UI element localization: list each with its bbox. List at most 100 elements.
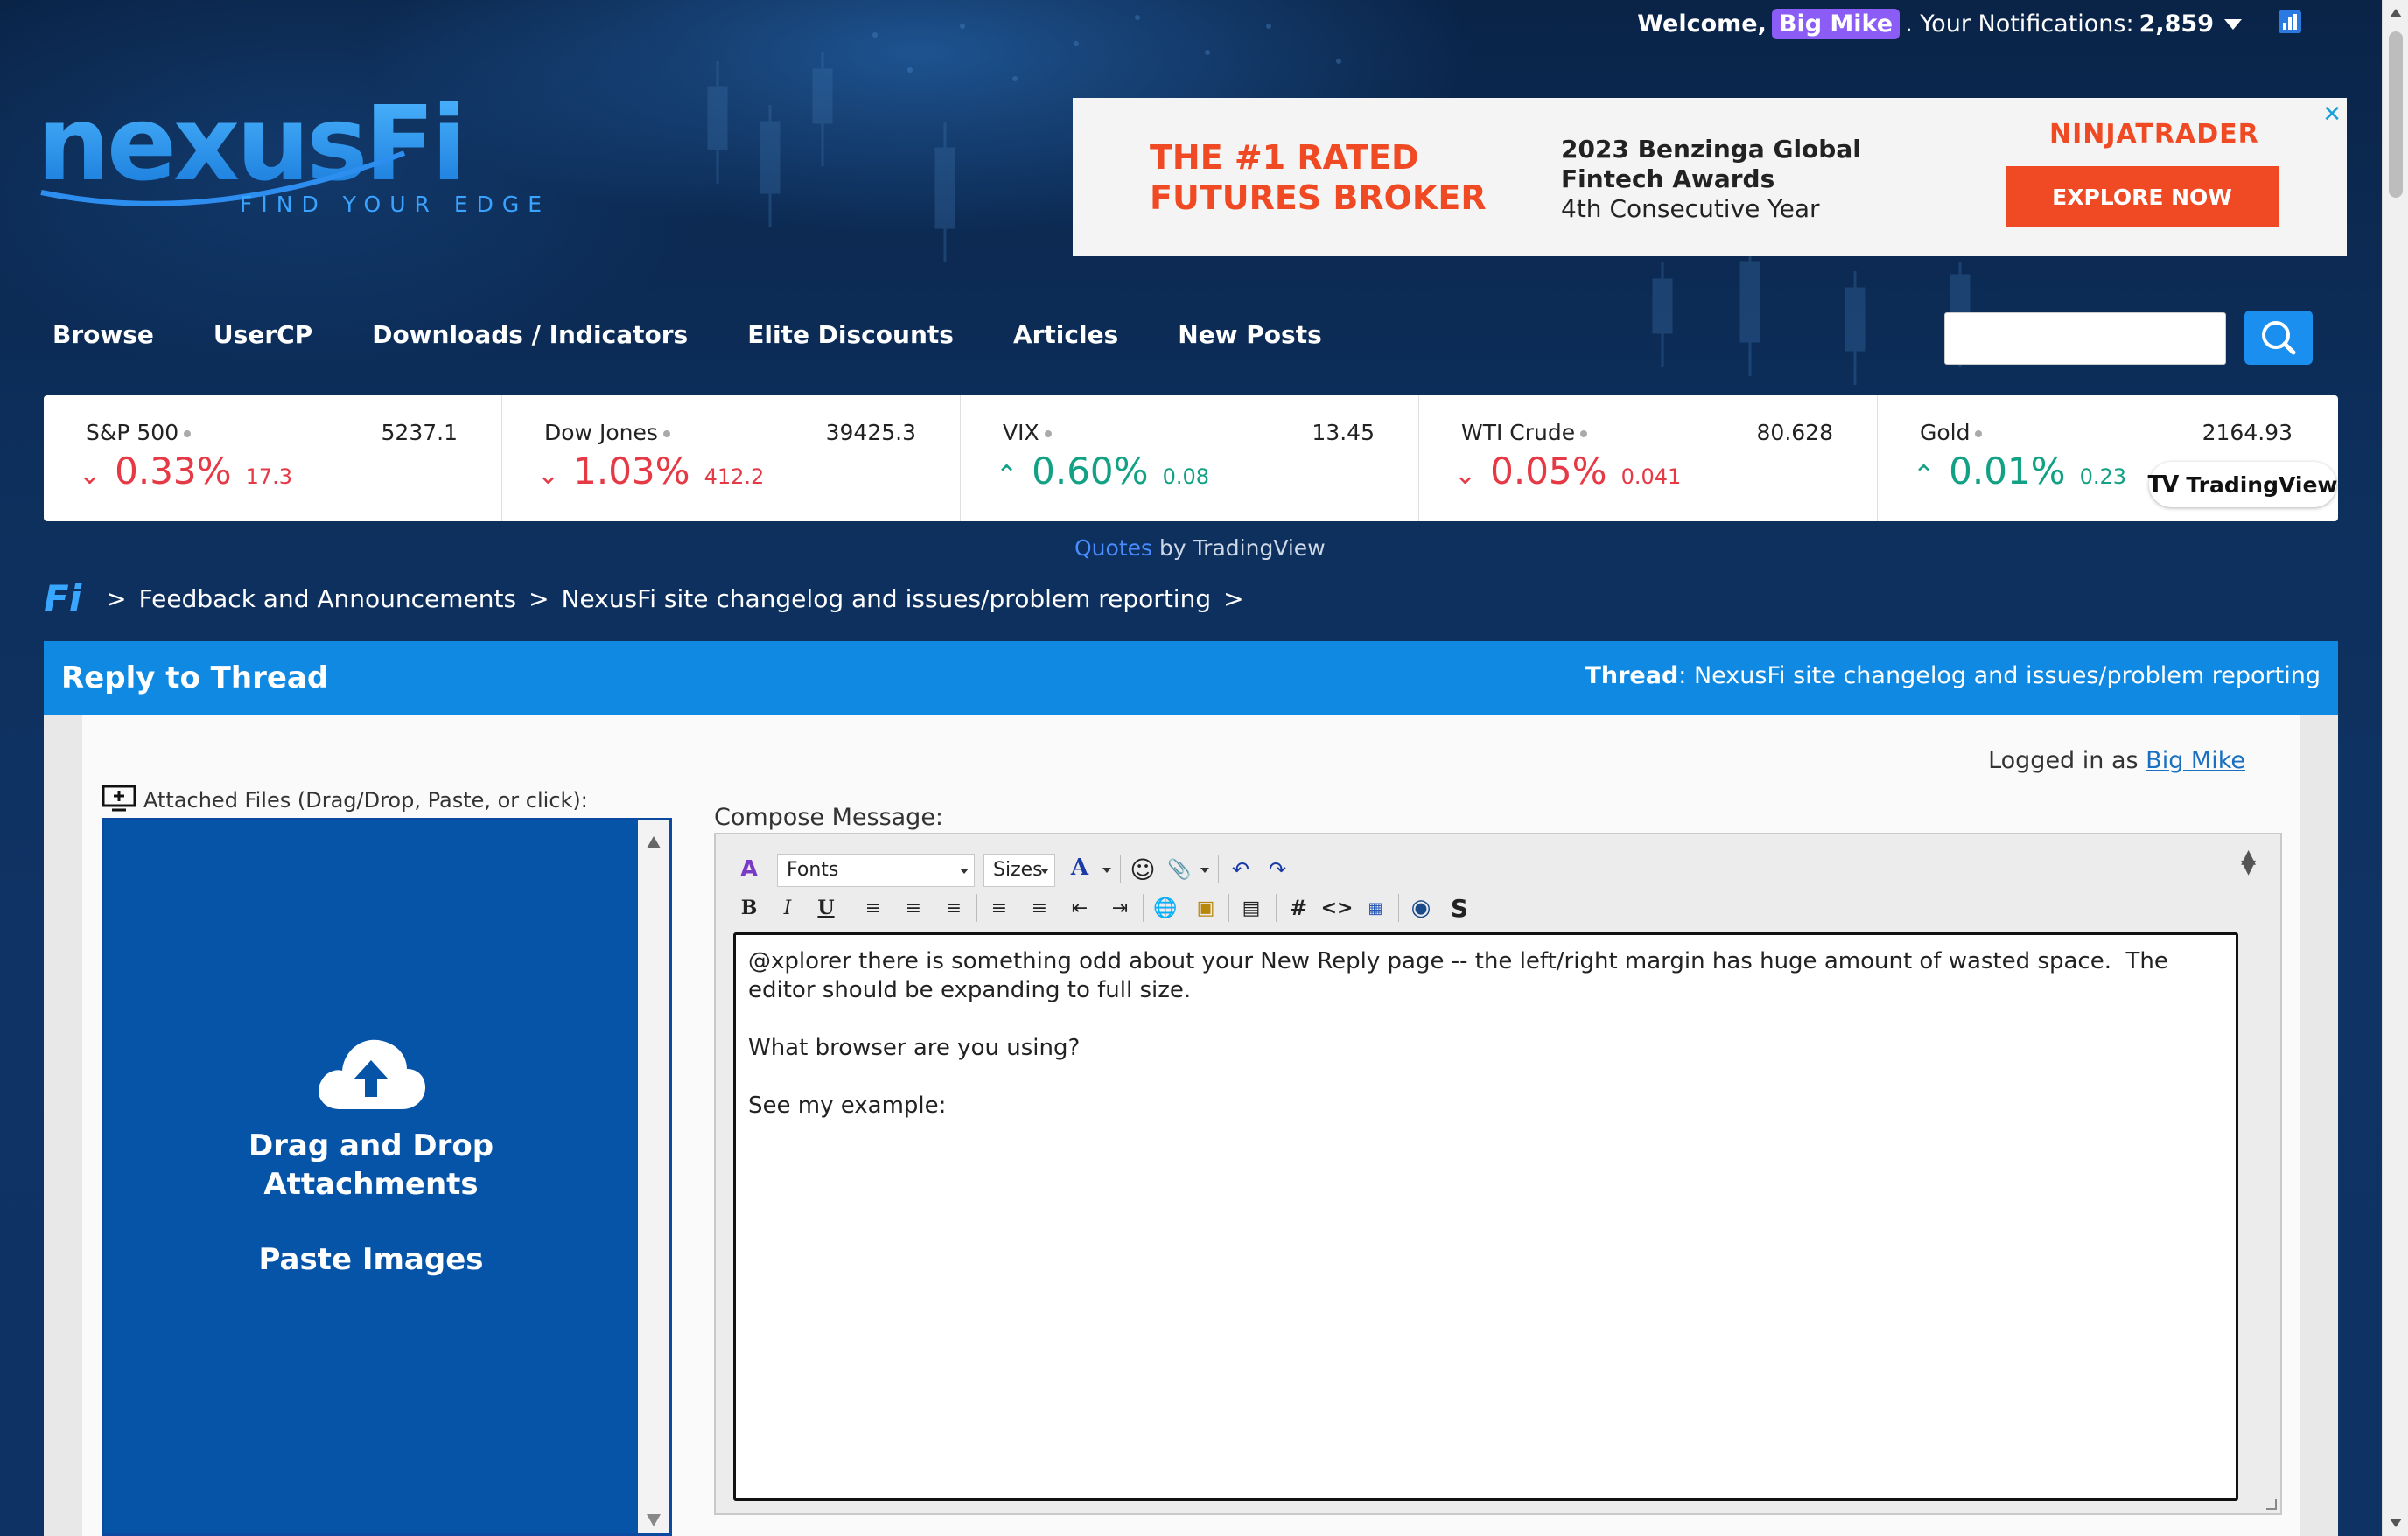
media-icon[interactable]: ◉	[1405, 892, 1437, 924]
nav-elite-discounts[interactable]: Elite Discounts	[747, 320, 954, 349]
insert-link-icon[interactable]: 🌐	[1150, 892, 1181, 924]
cloud-upload-icon	[318, 1039, 426, 1109]
quotes-attribution: Quotes by TradingView	[1074, 535, 1326, 561]
hashtag-icon[interactable]: #	[1283, 892, 1314, 924]
editor-toolbar: A Fonts Sizes A ☺ 📎 ↶ ↷ ▲ ▼ B I U ≡ ≡ ≡ …	[716, 834, 2280, 932]
smiley-icon[interactable]: ☺	[1127, 854, 1158, 885]
welcome-bar: Welcome, Big Mike . Your Notifications: …	[1637, 9, 2242, 39]
bold-icon[interactable]: B	[733, 892, 765, 924]
toggle-editor-size-icon[interactable]: ▲ ▼	[2241, 848, 2256, 877]
ticker-item[interactable]: WTI Crude 80.628 ⌄ 0.05% 0.041	[1419, 395, 1878, 521]
outdent-icon[interactable]: ⇤	[1064, 892, 1096, 924]
tradingview-label: TradingView	[2186, 471, 2338, 498]
stats-icon[interactable]	[2278, 10, 2301, 33]
ticker-change-abs: 0.08	[1162, 464, 1210, 489]
user-name-link[interactable]: Big Mike	[1771, 9, 1900, 39]
nexusfi-logo[interactable]: nexusFi FIND YOUR EDGE	[37, 87, 570, 219]
strikethrough-icon[interactable]: S	[1444, 892, 1475, 924]
dropzone-scrollbar[interactable]	[638, 820, 669, 1533]
ticker-change-abs: 17.3	[245, 464, 293, 489]
reply-panel-outer: Logged in as Big Mike Attached Files (Dr…	[44, 715, 2338, 1536]
page-scrollbar[interactable]	[2382, 0, 2408, 1536]
undo-icon[interactable]: ↶	[1225, 854, 1256, 885]
ticker-name: Gold	[1920, 420, 1970, 445]
ticker-price: 13.45	[1312, 420, 1375, 445]
ad-explore-button[interactable]: EXPLORE NOW	[2006, 166, 2278, 227]
align-center-icon[interactable]: ≡	[898, 892, 929, 924]
reply-panel: Logged in as Big Mike Attached Files (Dr…	[82, 715, 2300, 1536]
attach-label: Attached Files (Drag/Drop, Paste, or cli…	[102, 785, 588, 813]
ad-award-text: 2023 Benzinga Global Fintech Awards 4th …	[1561, 135, 1861, 223]
dropzone-area[interactable]: Drag and Drop Attachments Paste Images	[104, 820, 638, 1533]
tradingview-badge[interactable]: TV TradingView	[2147, 462, 2338, 507]
redo-icon[interactable]: ↷	[1262, 854, 1293, 885]
logo-tagline: FIND YOUR EDGE	[240, 192, 550, 217]
reply-header: Reply to Thread Thread: NexusFi site cha…	[44, 641, 2338, 715]
search-button[interactable]	[2244, 311, 2313, 365]
page-title: Reply to Thread	[61, 660, 329, 695]
ticker-price: 2164.93	[2202, 420, 2292, 445]
underline-icon[interactable]: U	[810, 892, 842, 924]
message-textarea[interactable]: @xplorer there is something odd about yo…	[733, 932, 2238, 1501]
insert-image-icon[interactable]: ▣	[1190, 892, 1222, 924]
text-color-icon[interactable]: A	[1064, 852, 1096, 883]
italic-icon[interactable]: I	[772, 892, 803, 924]
ticker-change-pct: 0.01%	[1949, 450, 2066, 492]
unordered-list-icon[interactable]: ≡	[1024, 892, 1055, 924]
nav-downloads[interactable]: Downloads / Indicators	[372, 320, 688, 349]
ticker-item[interactable]: S&P 500 5237.1 ⌄ 0.33% 17.3	[44, 395, 502, 521]
breadcrumb-home-icon[interactable]: Fi	[44, 577, 81, 620]
attach-dropdown-icon[interactable]	[1200, 868, 1209, 873]
scroll-down-icon[interactable]	[2390, 1519, 2402, 1527]
font-select[interactable]: Fonts	[777, 854, 975, 887]
quote-icon[interactable]: ▤	[1236, 892, 1267, 924]
quotes-link[interactable]: Quotes	[1074, 535, 1152, 561]
ticker-name: Dow Jones	[544, 420, 658, 445]
ticker-change-abs: 0.041	[1620, 464, 1682, 489]
code-icon[interactable]: <>	[1321, 892, 1354, 924]
chevron-up-icon: ⌃	[996, 460, 1018, 491]
scroll-up-icon[interactable]	[2390, 9, 2402, 17]
dropzone-paste-label: Paste Images	[258, 1242, 484, 1277]
nav-new-posts[interactable]: New Posts	[1178, 320, 1322, 349]
ticker-change-pct: 0.60%	[1032, 450, 1149, 492]
indent-icon[interactable]: ⇥	[1104, 892, 1136, 924]
thread-info: Thread: NexusFi site changelog and issue…	[1585, 662, 2320, 689]
size-select[interactable]: Sizes	[984, 854, 1055, 887]
resize-grip-icon[interactable]	[2266, 1499, 2277, 1510]
text-color-dropdown-icon[interactable]	[1102, 868, 1111, 873]
ticker-item[interactable]: Dow Jones 39425.3 ⌄ 1.03% 412.2	[502, 395, 961, 521]
market-ticker: S&P 500 5237.1 ⌄ 0.33% 17.3 Dow Jones 3942…	[44, 395, 2338, 521]
align-left-icon[interactable]: ≡	[858, 892, 889, 924]
logged-in-user-link[interactable]: Big Mike	[2146, 747, 2245, 774]
attachment-dropzone[interactable]: Drag and Drop Attachments Paste Images	[102, 818, 672, 1536]
notifications-count[interactable]: 2,859	[2139, 10, 2214, 38]
search-input[interactable]	[1944, 312, 2226, 365]
chevron-down-icon: ⌄	[1454, 460, 1477, 491]
php-icon[interactable]: ▦	[1360, 892, 1391, 924]
search-icon	[2262, 321, 2296, 355]
nav-browse[interactable]: Browse	[52, 320, 154, 349]
ticker-change-abs: 0.23	[2079, 464, 2127, 489]
remove-format-icon[interactable]: A	[733, 854, 765, 885]
nav-articles[interactable]: Articles	[1013, 320, 1118, 349]
ticker-price: 80.628	[1756, 420, 1833, 445]
logo-wordmark: nexusFi	[37, 87, 463, 204]
breadcrumb: Fi > Feedback and Announcements > NexusF…	[44, 577, 1244, 620]
notifications-dropdown-icon[interactable]	[2224, 18, 2242, 30]
scroll-down-icon[interactable]	[647, 1514, 661, 1526]
add-attachment-icon[interactable]	[102, 785, 136, 813]
scroll-thumb[interactable]	[2389, 31, 2403, 198]
align-right-icon[interactable]: ≡	[938, 892, 970, 924]
advertisement-banner[interactable]: THE #1 RATED FUTURES BROKER 2023 Benzing…	[1073, 98, 2347, 256]
welcome-label: Welcome,	[1637, 10, 1767, 38]
scroll-up-icon[interactable]	[647, 836, 661, 848]
ad-close-icon[interactable]: ✕	[2322, 101, 2342, 128]
nav-usercp[interactable]: UserCP	[214, 320, 312, 349]
breadcrumb-item-changelog[interactable]: NexusFi site changelog and issues/proble…	[562, 584, 1212, 613]
breadcrumb-item-feedback[interactable]: Feedback and Announcements	[139, 584, 517, 613]
ordered-list-icon[interactable]: ≡	[984, 892, 1015, 924]
chevron-down-icon: ⌄	[79, 460, 102, 491]
ticker-item[interactable]: VIX 13.45 ⌃ 0.60% 0.08	[961, 395, 1419, 521]
attach-clip-icon[interactable]: 📎	[1164, 854, 1195, 885]
